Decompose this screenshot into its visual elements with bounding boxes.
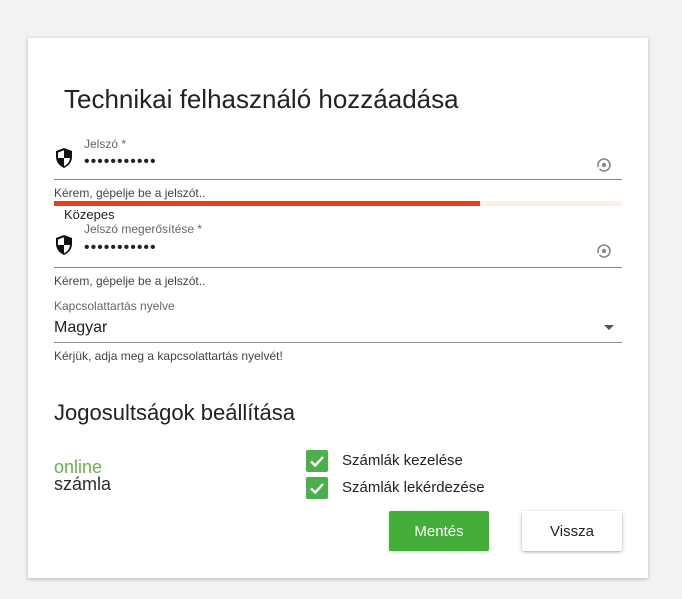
language-underline xyxy=(54,342,622,343)
logo-line-szamla: számla xyxy=(54,474,112,494)
password-strength-bar xyxy=(54,201,622,206)
password-confirm-helper: Kérem, gépelje be a jelszót.. xyxy=(54,274,206,288)
password-input[interactable]: ••••••••••• xyxy=(84,153,157,171)
password-label: Jelszó * xyxy=(84,137,127,151)
form-card: Technikai felhasználó hozzáadása Jelszó … xyxy=(28,38,648,578)
password-confirm-field[interactable]: Jelszó megerősítése * ••••••••••• xyxy=(54,220,622,270)
page-title: Technikai felhasználó hozzáadása xyxy=(64,84,459,114)
language-label: Kapcsolattartás nyelve xyxy=(54,299,175,313)
online-szamla-logo: online számla xyxy=(54,458,134,498)
password-field[interactable]: Jelszó * ••••••••••• xyxy=(54,133,622,183)
password-helper: Kérem, gépelje be a jelszót.. xyxy=(54,186,206,200)
checkbox[interactable] xyxy=(306,477,328,499)
language-select[interactable]: Magyar xyxy=(54,313,622,343)
password-confirm-label: Jelszó megerősítése * xyxy=(84,222,203,236)
language-value: Magyar xyxy=(54,319,108,336)
password-strength-fill xyxy=(54,201,480,206)
shield-icon xyxy=(56,235,72,255)
password-confirm-underline xyxy=(54,267,622,268)
show-password-icon[interactable] xyxy=(596,243,612,259)
save-button[interactable]: Mentés xyxy=(389,511,489,551)
password-confirm-input[interactable]: ••••••••••• xyxy=(84,239,157,257)
shield-icon xyxy=(56,148,72,168)
permission-label: Számlák kezelése xyxy=(342,452,463,469)
check-icon xyxy=(310,456,324,468)
checkbox[interactable] xyxy=(306,450,328,472)
permission-label: Számlák lekérdezése xyxy=(342,479,485,496)
chevron-down-icon xyxy=(604,325,614,330)
password-underline xyxy=(54,179,622,180)
check-icon xyxy=(310,483,324,495)
permissions-title: Jogosultságok beállítása xyxy=(54,400,295,425)
language-helper: Kérjük, adja meg a kapcsolattartás nyelv… xyxy=(54,349,283,363)
back-button[interactable]: Vissza xyxy=(522,511,622,551)
show-password-icon[interactable] xyxy=(596,157,612,173)
